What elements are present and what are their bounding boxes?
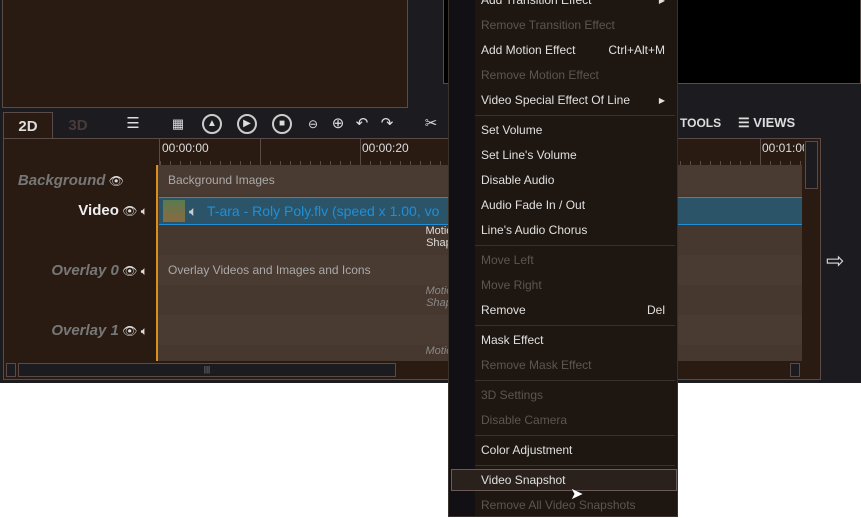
eye-icon[interactable]: 👁︎: [122, 204, 137, 218]
grid-icon[interactable]: ▦: [168, 114, 188, 134]
menu-item[interactable]: Line's Audio Chorus: [449, 218, 677, 243]
speaker-icon[interactable]: 🔈︎: [141, 324, 148, 338]
undo-icon[interactable]: ↶: [352, 114, 372, 134]
play-icon[interactable]: ▶: [237, 114, 257, 134]
zoom-out-icon[interactable]: ⊖: [303, 114, 323, 134]
scroll-thumb[interactable]: |||: [18, 363, 396, 377]
track-header-background: Background 👁︎: [17, 172, 124, 189]
speaker-icon[interactable]: 🔈︎: [141, 264, 148, 278]
submenu-arrow-icon: ▶: [658, 96, 665, 105]
stop-icon[interactable]: ■: [272, 114, 292, 134]
ruler-label: 00:00:00: [162, 141, 209, 155]
shortcut-label: Ctrl+Alt+M: [608, 43, 665, 57]
menu-item[interactable]: Mask Effect: [449, 328, 677, 353]
mouse-cursor-icon: ➤: [570, 486, 584, 503]
tab-3d[interactable]: 3D: [53, 112, 103, 139]
menu-item[interactable]: Add Motion Effect Ctrl+Alt+M: [449, 38, 677, 63]
shape-label[interactable]: Shape: [4, 237, 820, 249]
speaker-icon[interactable]: 🔈︎: [141, 204, 148, 218]
list-icon: ☰: [738, 115, 754, 130]
list-icon[interactable]: ☰: [123, 114, 143, 134]
tab-2d[interactable]: 2D: [3, 112, 53, 139]
eye-icon[interactable]: 👁︎: [122, 264, 137, 278]
track-header-overlay-0: Overlay 0 👁︎ 🔈︎: [51, 262, 148, 279]
views-menu[interactable]: ☰ VIEWS: [738, 115, 795, 131]
menu-item[interactable]: 3D Settings: [449, 383, 677, 408]
menu-item[interactable]: Video Special Effect Of Line ▶: [449, 88, 677, 113]
menu-item[interactable]: Audio Fade In / Out: [449, 193, 677, 218]
menu-separator: [475, 435, 675, 436]
motion-label[interactable]: Motion: [4, 285, 820, 297]
menu-item[interactable]: Add Transition Effect ▶: [449, 0, 677, 13]
vertical-scrollbar[interactable]: [804, 139, 820, 379]
submenu-arrow-icon: ▶: [658, 0, 665, 5]
menu-item[interactable]: Disable Camera: [449, 408, 677, 433]
clip-thumbnail: [163, 200, 185, 222]
menu-item[interactable]: Set Line's Volume: [449, 143, 677, 168]
menu-separator: [475, 245, 675, 246]
arrow-right-icon[interactable]: ⇨: [826, 248, 844, 274]
menu-item[interactable]: Set Volume: [449, 118, 677, 143]
context-menu: Add Transition Effect ▶ Remove Transition …: [448, 0, 678, 517]
shape-label[interactable]: Shape: [4, 297, 820, 309]
shortcut-label: Del: [646, 303, 665, 317]
track-header-overlay-1: Overlay 1 👁︎ 🔈︎: [51, 322, 148, 339]
menu-item[interactable]: Remove Motion Effect: [449, 63, 677, 88]
menu-separator: [475, 465, 675, 466]
menu-item[interactable]: Move Left: [449, 248, 677, 273]
menu-item[interactable]: Disable Audio: [449, 168, 677, 193]
zoom-in-icon[interactable]: ⊕: [328, 114, 348, 134]
menu-item[interactable]: Color Adjustment: [449, 438, 677, 463]
menu-item[interactable]: Remove Del: [449, 298, 677, 323]
menu-item[interactable]: Remove Mask Effect: [449, 353, 677, 378]
motion-label[interactable]: Motion: [4, 225, 820, 237]
redo-icon[interactable]: ↷: [377, 114, 397, 134]
ruler-label: 00:00:20: [362, 141, 409, 155]
menu-item[interactable]: Video Snapshot: [449, 468, 677, 493]
track-header-video: Video 👁︎ 🔈︎: [78, 202, 148, 219]
speaker-icon: 🔈︎: [189, 203, 198, 219]
editor-window: 2D 3D ☰ ▦ ▲ ▶ ■ ⊖ ⊕ ↶ ↷ ✂ TOOLS ☰ VIEWS …: [0, 0, 861, 383]
tools-menu[interactable]: TOOLS: [680, 116, 721, 130]
ruler-label: 00:01:00: [762, 141, 809, 155]
menu-separator: [475, 325, 675, 326]
scissors-icon[interactable]: ✂: [421, 114, 441, 134]
eye-icon[interactable]: 👁︎: [122, 324, 137, 338]
menu-item[interactable]: Move Right: [449, 273, 677, 298]
eye-icon[interactable]: 👁︎: [109, 174, 124, 188]
preview-panel-left: [2, 0, 408, 108]
motion-label[interactable]: Motion: [4, 345, 820, 357]
timeline: 00:00:00 00:00:20 00:01:00 Background Im…: [3, 138, 821, 380]
horizontal-scrollbar[interactable]: |||: [4, 361, 804, 379]
menu-separator: [475, 115, 675, 116]
menu-item[interactable]: Remove Transition Effect: [449, 13, 677, 38]
up-icon[interactable]: ▲: [202, 114, 222, 134]
menu-separator: [475, 380, 675, 381]
